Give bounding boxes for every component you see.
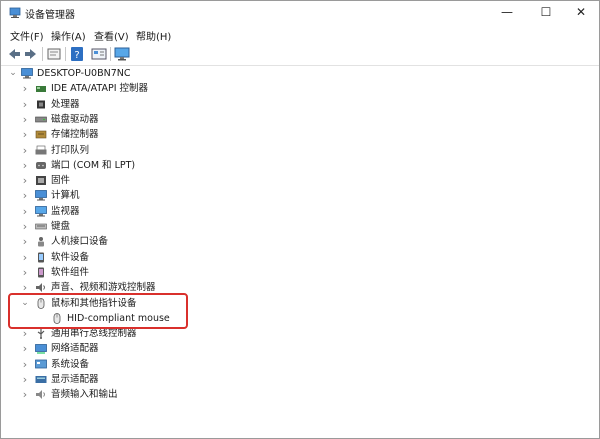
tree-item[interactable]: › 处理器 [1,97,321,112]
menu-action[interactable]: 操作(A) [51,28,86,43]
chevron-right-icon[interactable]: › [20,250,30,265]
tree-item-label: 软件设备 [51,252,90,263]
monitor-icon [35,206,47,217]
chevron-right-icon[interactable]: › [20,357,30,372]
tree-item-label: 网络适配器 [51,343,99,354]
processor-icon [37,100,45,109]
hid-icon [38,237,44,247]
chevron-right-icon[interactable]: › [20,143,30,158]
view-icon[interactable] [91,46,107,62]
device-manager-window: 设备管理器 — ☐ ✕ 文件(F) 操作(A) 查看(V) 帮助(H) ? ⌄ … [0,0,600,439]
chevron-right-icon[interactable]: › [20,372,30,387]
audio-io-icon [36,390,45,399]
disk-drive-icon [35,116,47,123]
chevron-right-icon[interactable]: › [20,81,30,96]
device-tree: ⌄ DESKTOP-U0BN7NC › IDE ATA/ATAPI 控制器 › 处理器… [1,66,599,438]
tree-item[interactable]: › IDE ATA/ATAPI 控制器 [1,81,321,96]
tree-item[interactable]: › 打印队列 [1,143,321,158]
tree-item[interactable]: › 存储控制器 [1,127,321,142]
tree-item-label: 软件组件 [51,267,90,278]
properties-icon[interactable] [46,46,62,62]
storage-controller-icon [35,130,47,139]
menu-file[interactable]: 文件(F) [10,28,44,43]
chevron-right-icon[interactable]: › [20,112,30,127]
tree-item-label: 存储控制器 [51,129,99,140]
menu-help[interactable]: 帮助(H) [136,28,171,43]
forward-arrow-icon[interactable] [23,46,39,62]
network-adapter-icon [35,344,47,354]
printer-icon [35,145,47,155]
sound-icon [36,283,45,292]
tree-item[interactable]: › 软件设备 [1,250,321,265]
tree-item[interactable]: › 网络适配器 [1,341,321,356]
monitor-icon[interactable] [114,46,130,62]
tree-item[interactable]: › 音频输入和输出 [1,387,321,402]
chevron-right-icon[interactable]: › [20,97,30,112]
close-button[interactable]: ✕ [563,1,599,25]
usb-icon [37,328,45,339]
display-adapter-icon [35,376,47,383]
chevron-right-icon[interactable]: › [20,234,30,249]
toolbar-separator [65,47,66,61]
chevron-right-icon[interactable]: › [20,173,30,188]
tree-item[interactable]: › 系统设备 [1,357,321,372]
tree-item-label: 音频输入和输出 [51,389,118,400]
minimize-button[interactable]: — [489,1,525,25]
firmware-icon [36,176,46,185]
software-device-icon [38,252,44,263]
tree-item-label: 固件 [51,175,71,186]
chevron-right-icon[interactable]: › [20,265,30,280]
toolbar: ? [1,43,599,66]
tree-item-label: IDE ATA/ATAPI 控制器 [51,83,149,94]
device-manager-icon [9,7,21,18]
computer-icon [21,68,33,79]
port-icon [36,162,46,169]
title-bar[interactable]: 设备管理器 — ☐ ✕ [1,1,599,25]
tree-item-label: 处理器 [51,99,80,110]
chevron-right-icon[interactable]: › [20,219,30,234]
tree-item-label: 计算机 [51,190,80,201]
tree-item[interactable]: › 固件 [1,173,321,188]
tree-item-label: 系统设备 [51,359,90,370]
tree-item[interactable]: › 磁盘驱动器 [1,112,321,127]
computer-icon [35,190,47,201]
tree-item-label: 键盘 [51,221,71,232]
svg-text:?: ? [74,50,79,61]
toolbar-separator [42,47,43,61]
chevron-right-icon[interactable]: › [20,341,30,356]
back-arrow-icon[interactable] [6,46,22,62]
tree-item[interactable]: › 计算机 [1,188,321,203]
help-icon[interactable]: ? [69,46,85,62]
chevron-right-icon[interactable]: › [20,127,30,142]
tree-item-label: 人机接口设备 [51,236,109,247]
toolbar-separator [110,47,111,61]
tree-item-label: 磁盘驱动器 [51,114,99,125]
menu-view[interactable]: 查看(V) [94,28,129,43]
system-device-icon [35,359,47,369]
chevron-right-icon[interactable]: › [20,387,30,402]
tree-item[interactable]: › 软件组件 [1,265,321,280]
tree-item-label: 监视器 [51,206,80,217]
tree-item[interactable]: › 人机接口设备 [1,234,321,249]
tree-root[interactable]: ⌄ DESKTOP-U0BN7NC [1,66,301,81]
chevron-right-icon[interactable]: › [20,158,30,173]
keyboard-icon [35,223,47,230]
chevron-down-icon[interactable]: ⌄ [8,66,18,81]
software-component-icon [38,267,44,278]
tree-item[interactable]: › 显示适配器 [1,372,321,387]
tree-item[interactable]: › 监视器 [1,204,321,219]
tree-item-label: 端口 (COM 和 LPT) [51,160,136,171]
tree-item[interactable]: › 键盘 [1,219,321,234]
maximize-button[interactable]: ☐ [528,1,564,25]
chevron-right-icon[interactable]: › [20,188,30,203]
window-title: 设备管理器 [25,10,75,21]
menu-bar: 文件(F) 操作(A) 查看(V) 帮助(H) [1,25,599,43]
tree-root-label: DESKTOP-U0BN7NC [37,68,131,79]
ide-controller-icon [36,86,46,92]
tree-item-label: 打印队列 [51,145,90,156]
tree-item[interactable]: › 端口 (COM 和 LPT) [1,158,321,173]
chevron-right-icon[interactable]: › [20,204,30,219]
tree-item-label: 显示适配器 [51,374,99,385]
highlight-annotation [8,293,188,329]
